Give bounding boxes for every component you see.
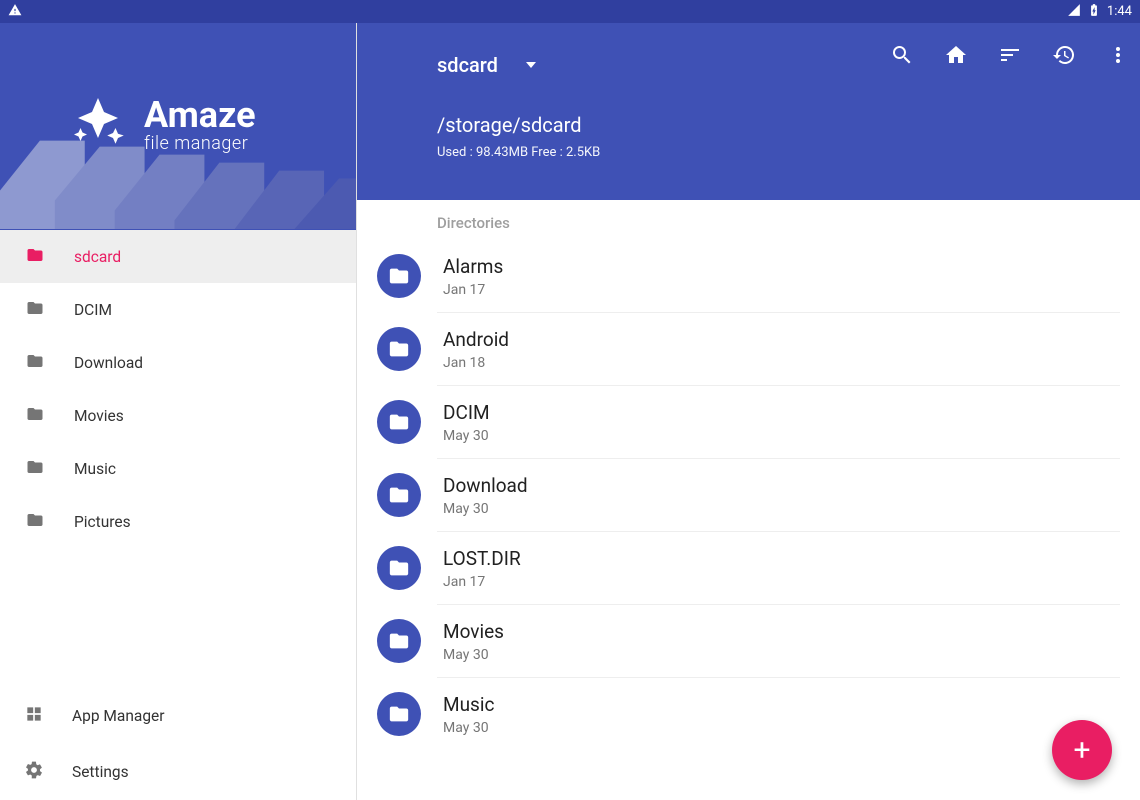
folder-icon — [24, 299, 46, 321]
sidebar-item-label: sdcard — [74, 248, 121, 266]
directory-name: Download — [443, 474, 528, 497]
gear-icon — [24, 760, 44, 784]
directory-item[interactable]: Movies May 30 — [437, 605, 1120, 678]
home-icon[interactable] — [944, 43, 968, 67]
directory-name: Alarms — [443, 255, 503, 278]
folder-icon — [377, 619, 421, 663]
folder-icon — [377, 692, 421, 736]
directory-item[interactable]: LOST.DIR Jan 17 — [437, 532, 1120, 605]
sidebar: Amaze file manager sdcard DCIM Download Mov… — [0, 23, 357, 800]
directory-date: Jan 17 — [443, 282, 503, 298]
sidebar-item-movies[interactable]: Movies — [0, 389, 356, 442]
directory-date: Jan 17 — [443, 574, 521, 590]
directory-name: DCIM — [443, 401, 490, 424]
sidebar-item-label: DCIM — [74, 301, 112, 319]
sidebar-list: sdcard DCIM Download Movies Music Pictures — [0, 230, 356, 688]
folder-icon — [377, 400, 421, 444]
add-fab-button[interactable]: + — [1052, 720, 1112, 780]
overflow-menu-icon[interactable] — [1106, 43, 1130, 67]
toolbar-extension — [357, 178, 1140, 200]
folder-icon — [24, 352, 46, 374]
search-icon[interactable] — [890, 43, 914, 67]
folder-icon — [377, 254, 421, 298]
directory-date: May 30 — [443, 501, 528, 517]
android-status-bar: 1:44 — [0, 0, 1140, 23]
sidebar-item-label: Download — [74, 354, 143, 372]
sidebar-item-music[interactable]: Music — [0, 442, 356, 495]
directory-date: May 30 — [443, 720, 494, 736]
sidebar-header: Amaze file manager — [0, 23, 356, 230]
directory-item[interactable]: Music May 30 — [437, 678, 1120, 750]
directory-date: May 30 — [443, 428, 490, 444]
app-logo-icon — [68, 93, 128, 157]
directory-item[interactable]: Download May 30 — [437, 459, 1120, 532]
section-label: Directories — [437, 200, 1120, 240]
sidebar-item-pictures[interactable]: Pictures — [0, 495, 356, 548]
sidebar-footer-app-manager[interactable]: App Manager — [0, 688, 356, 744]
warning-icon — [8, 3, 22, 21]
main-pane: sdcard — [357, 23, 1140, 800]
folder-icon — [377, 473, 421, 517]
folder-icon — [24, 458, 46, 480]
directory-listing: Directories Alarms Jan 17 Android Jan 18 DCI… — [357, 200, 1140, 800]
sidebar-item-sdcard[interactable]: sdcard — [0, 230, 356, 283]
signal-icon — [1067, 3, 1081, 21]
directory-name: Music — [443, 693, 494, 716]
sidebar-item-dcim[interactable]: DCIM — [0, 283, 356, 336]
directory-date: Jan 18 — [443, 355, 509, 371]
directory-name: Movies — [443, 620, 504, 643]
sidebar-footer: App Manager Settings — [0, 688, 356, 800]
status-time: 1:44 — [1107, 4, 1132, 19]
storage-usage: Used : 98.43MB Free : 2.5KB — [437, 145, 1140, 160]
sidebar-footer-settings[interactable]: Settings — [0, 744, 356, 800]
toolbar: sdcard — [357, 23, 1140, 178]
sidebar-item-label: Movies — [74, 407, 124, 425]
sidebar-footer-label: App Manager — [72, 707, 165, 725]
folder-icon — [377, 327, 421, 371]
battery-icon — [1087, 3, 1101, 21]
directory-item[interactable]: Alarms Jan 17 — [437, 240, 1120, 313]
current-path[interactable]: /storage/sdcard — [437, 113, 1140, 137]
location-dropdown[interactable]: sdcard — [437, 53, 536, 77]
folder-icon — [24, 511, 46, 533]
location-label: sdcard — [437, 53, 498, 77]
directory-date: May 30 — [443, 647, 504, 663]
sidebar-item-label: Pictures — [74, 513, 131, 531]
plus-icon: + — [1073, 733, 1090, 768]
sidebar-item-label: Music — [74, 460, 116, 478]
folder-icon — [377, 546, 421, 590]
directory-name: LOST.DIR — [443, 547, 521, 570]
directory-name: Android — [443, 328, 509, 351]
chevron-down-icon — [526, 62, 536, 68]
directory-item[interactable]: DCIM May 30 — [437, 386, 1120, 459]
folder-icon — [24, 246, 46, 268]
directory-item[interactable]: Android Jan 18 — [437, 313, 1120, 386]
history-icon[interactable] — [1052, 43, 1076, 67]
sidebar-item-download[interactable]: Download — [0, 336, 356, 389]
apps-icon — [24, 704, 44, 728]
folder-icon — [24, 405, 46, 427]
app-subtitle: file manager — [144, 133, 256, 154]
sidebar-footer-label: Settings — [72, 763, 129, 781]
sort-icon[interactable] — [998, 43, 1022, 67]
app-title: Amaze — [144, 97, 256, 133]
